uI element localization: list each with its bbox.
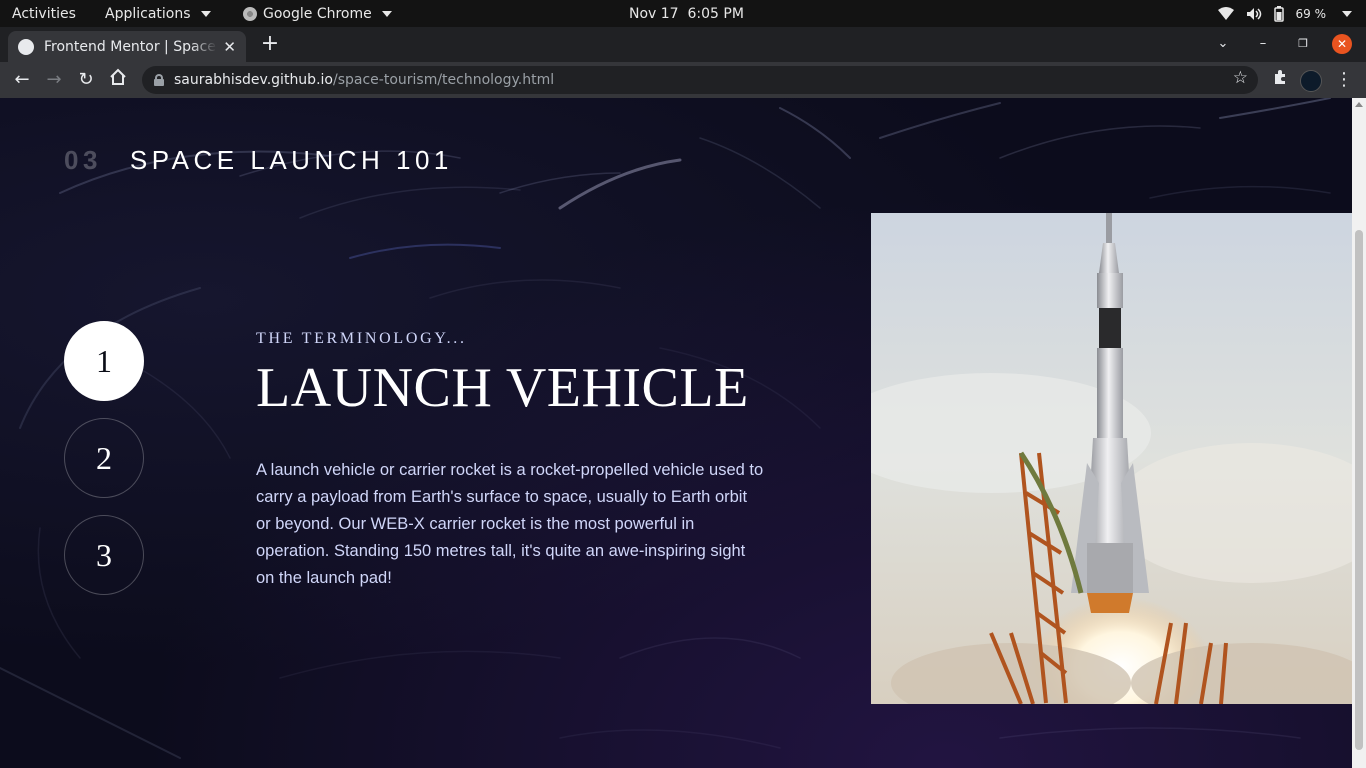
favicon-icon	[18, 38, 34, 55]
activities-button[interactable]: Activities	[12, 0, 76, 27]
address-bar[interactable]: saurabhisdev.github.io/space-tourism/tec…	[142, 66, 1258, 94]
tab-search-icon[interactable]: ⌄	[1212, 33, 1234, 55]
app-menu[interactable]: Google Chrome	[243, 0, 392, 27]
lock-icon	[154, 74, 164, 86]
battery-icon	[1273, 5, 1284, 22]
close-tab-icon[interactable]: ✕	[223, 38, 236, 56]
chrome-icon	[243, 6, 257, 21]
applications-label: Applications	[105, 5, 191, 22]
volume-icon	[1246, 7, 1261, 20]
clock-label: Nov 17 6:05 PM	[629, 5, 744, 22]
browser-toolbar: ← → ↻ saurabhisdev.github.io/space-touri…	[0, 62, 1366, 98]
activities-label: Activities	[12, 5, 76, 22]
tab-strip: Frontend Mentor | Space tourism website …	[0, 27, 1366, 62]
page-content: 03 SPACE LAUNCH 101 1 2 3 THE TERMINOLOG…	[0, 98, 1352, 768]
clock[interactable]: Nov 17 6:05 PM	[629, 0, 744, 27]
technology-title: LAUNCH VEHICLE	[256, 357, 749, 419]
launch-vehicle-image	[871, 213, 1352, 704]
new-tab-button[interactable]: +	[258, 33, 282, 57]
step-navigation: 1 2 3	[64, 321, 144, 612]
close-window-icon[interactable]: ✕	[1332, 34, 1352, 54]
page-heading: 03 SPACE LAUNCH 101	[64, 145, 453, 176]
more-menu-icon[interactable]: ⋮	[1332, 68, 1356, 92]
step-button-3[interactable]: 3	[64, 515, 144, 595]
minimize-icon[interactable]: –	[1252, 33, 1274, 55]
applications-menu[interactable]: Applications	[105, 0, 211, 27]
scrollbar-thumb[interactable]	[1355, 230, 1363, 750]
chevron-down-icon	[381, 10, 392, 17]
chevron-down-icon	[200, 10, 211, 17]
wifi-icon	[1217, 6, 1234, 20]
extensions-icon[interactable]	[1268, 68, 1292, 92]
step-button-1[interactable]: 1	[64, 321, 144, 401]
browser-tab[interactable]: Frontend Mentor | Space tourism website …	[8, 31, 246, 62]
technology-description: A launch vehicle or carrier rocket is a …	[256, 461, 764, 587]
profile-avatar[interactable]	[1300, 70, 1322, 92]
back-icon[interactable]: ←	[10, 68, 34, 92]
page-scrollbar[interactable]	[1352, 98, 1366, 768]
restore-icon[interactable]: ❐	[1292, 33, 1314, 55]
system-top-bar: Activities Applications Google Chrome No…	[0, 0, 1366, 27]
battery-percent: 69 %	[1295, 6, 1327, 21]
home-icon[interactable]	[106, 68, 130, 92]
heading-text: SPACE LAUNCH 101	[129, 145, 453, 175]
forward-icon[interactable]: →	[42, 68, 66, 92]
system-status-menu[interactable]: 69 %	[1217, 0, 1352, 27]
bookmark-star-icon[interactable]: ☆	[1233, 68, 1248, 88]
url-path: /space-tourism/technology.html	[332, 72, 555, 88]
reload-icon[interactable]: ↻	[74, 68, 98, 92]
step-button-2[interactable]: 2	[64, 418, 144, 498]
url-host: saurabhisdev.github.io	[174, 72, 333, 88]
scroll-up-icon[interactable]	[1355, 102, 1363, 107]
tab-title: Frontend Mentor | Space tourism website	[44, 38, 217, 55]
terminology-label: THE TERMINOLOGY...	[256, 330, 467, 347]
chevron-down-icon	[1342, 10, 1352, 17]
heading-number: 03	[64, 145, 102, 175]
app-menu-label: Google Chrome	[263, 5, 372, 22]
